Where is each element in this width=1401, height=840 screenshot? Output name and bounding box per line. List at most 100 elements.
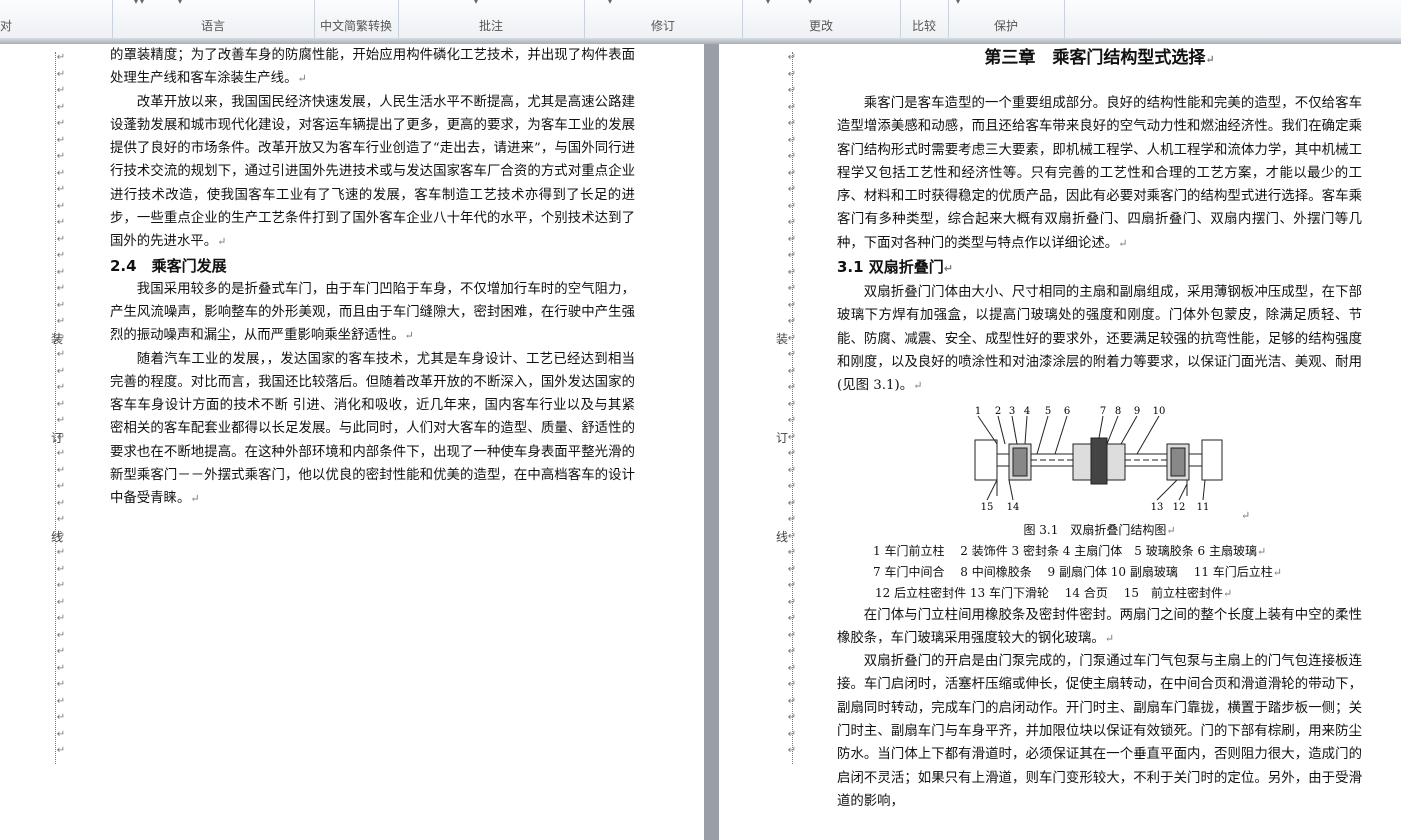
ribbon-group-language[interactable]: ▾ ▾ 语言: [112, 0, 315, 38]
gutter-paragraph-mark-icon: ↵: [787, 118, 797, 129]
gutter-paragraph-mark-icon: ↵: [56, 250, 66, 261]
gutter-paragraph-mark-icon: ↵: [56, 514, 66, 525]
gutter-paragraph-mark-icon: ↵: [56, 233, 66, 245]
ribbon-group-label: 保护: [993, 19, 1018, 33]
gutter-paragraph-mark-icon: ↵: [787, 398, 797, 410]
ribbon-group-label: 语言: [200, 19, 225, 33]
gutter-paragraph-mark-icon: ↵: [56, 151, 66, 162]
gutter-paragraph-mark-icon: ↵: [787, 52, 797, 63]
front-pillar-shape: [974, 439, 998, 481]
gutter-paragraph-mark-icon: ↵: [56, 448, 66, 459]
ribbon-group-label: 更改: [808, 19, 833, 33]
ribbon-group-label: 比较: [911, 19, 936, 33]
gutter-paragraph-mark-icon: ↵: [56, 316, 66, 327]
dropdown-arrow-icon[interactable]: ▾: [134, 0, 138, 6]
gutter-paragraph-mark-icon: ↵: [787, 629, 797, 641]
door-structure-diagram: 1 2 3 4 5 6 7 8 9 10 15 14 13 12 11: [974, 406, 1223, 513]
figure-part-number: 1: [975, 406, 981, 417]
ribbon-group-label: 中文简繁转换: [319, 19, 392, 33]
figure-part-number: 15: [981, 502, 994, 513]
gutter-paragraph-mark-icon: ↵: [56, 52, 66, 63]
paragraph-mark-column: ↵ ↵ ↵ ↵ ↵ ↵ ↵ ↵ ↵ ↵ ↵ ↵ ↵ ↵ ↵ ↵ ↵ ↵ ↵ ↵ ↵ ↵ ↵ ↵ ↵ ↵ ↵ ↵ ↵ ↵ ↵ ↵ ↵ ↵ ↵ ↵ ↵ ↵ ↵ ↵…: [785, 50, 799, 760]
binding-label: 线: [776, 530, 789, 544]
paragraph-mark-icon: ↵: [913, 379, 923, 393]
dropdown-arrow-icon[interactable]: ▾: [766, 0, 770, 6]
gutter-paragraph-mark-icon: ↵: [56, 745, 66, 756]
gutter-paragraph-mark-icon: ↵: [787, 85, 797, 96]
dropdown-arrow-icon[interactable]: ▾: [608, 0, 612, 6]
gutter-paragraph-mark-icon: ↵: [56, 679, 66, 690]
gutter-paragraph-mark-icon: ↵: [56, 415, 66, 426]
ribbon-group-comments[interactable]: ▾ 批注: [398, 0, 585, 38]
ribbon-group-tracking[interactable]: ▾ 修订: [584, 0, 743, 38]
gutter-paragraph-mark-icon: ↵: [787, 547, 797, 558]
figure-part-number: 12: [1173, 502, 1186, 513]
paragraph-mark-icon: ↵: [1118, 236, 1128, 250]
ribbon-group-compare-partial[interactable]: ▾ 对: [0, 0, 144, 38]
document-page-right[interactable]: ↵ ↵ ↵ ↵ ↵ ↵ ↵ ↵ ↵ ↵ ↵ ↵ ↵ ↵ ↵ ↵ ↵ ↵ ↵ ↵ ↵ ↵ ↵ ↵ ↵ ↵ ↵ ↵ ↵ ↵ ↵ ↵ ↵ ↵ ↵ ↵ ↵ ↵ ↵ ↵…: [719, 44, 1401, 840]
ribbon-group-compare[interactable]: 比较: [900, 0, 949, 38]
gutter-paragraph-mark-icon: ↵: [787, 184, 797, 195]
paragraph: 随着汽车工业的发展，，发达国家的客车技术，尤其是车身设计、工艺已经达到相当完善的…: [110, 351, 635, 507]
figure-part-number: 13: [1151, 502, 1164, 513]
figure-legend-line: 12 后立柱密封件 13 车门下滑轮 14 合页 15 前立柱密封件: [875, 585, 1223, 600]
dropdown-arrow-icon[interactable]: ▾: [808, 0, 812, 6]
binding-label: 线: [51, 530, 64, 544]
document-page-left[interactable]: ↵ ↵ ↵ ↵ ↵ ↵ ↵ ↵ ↵ ↵ ↵ ↵ ↵ ↵ ↵ ↵ ↵ ↵ ↵ ↵ ↵ ↵ ↵ ↵ ↵ ↵ ↵ ↵ ↵ ↵ ↵ ↵ ↵ ↵ ↵ ↵ ↵ ↵ ↵ ↵…: [0, 44, 704, 840]
figure-part-number: 4: [1024, 406, 1030, 417]
gutter-paragraph-mark-icon: ↵: [56, 712, 66, 723]
gutter-paragraph-mark-icon: ↵: [56, 365, 66, 377]
gutter-paragraph-mark-icon: ↵: [56, 728, 66, 740]
gutter-paragraph-mark-icon: ↵: [787, 563, 797, 575]
ribbon-group-chinese-conversion[interactable]: 中文简繁转换: [314, 0, 399, 38]
dropdown-arrow-icon[interactable]: ▾: [178, 0, 182, 6]
gutter-paragraph-mark-icon: ↵: [56, 101, 66, 113]
gutter-paragraph-mark-icon: ↵: [787, 365, 797, 377]
paragraph-mark-icon: ↵: [1256, 544, 1267, 558]
gutter-paragraph-mark-icon: ↵: [56, 349, 66, 360]
ribbon-group-label: 对: [0, 19, 13, 33]
gutter-paragraph-mark-icon: ↵: [787, 662, 797, 674]
dropdown-arrow-icon[interactable]: ▾: [956, 0, 960, 6]
figure-part-number: 8: [1115, 406, 1121, 417]
figure-part-number: 3: [1009, 406, 1015, 417]
paragraph: 在门体与门立柱间用橡胶条及密封件密封。两扇门之间的整个长度上装有中空的柔性橡胶条…: [837, 607, 1362, 646]
paragraph-mark-icon: ↵: [943, 262, 954, 276]
gutter-paragraph-mark-icon: ↵: [787, 695, 797, 707]
figure-part-number: 6: [1064, 406, 1070, 417]
gutter-paragraph-mark-icon: ↵: [787, 464, 797, 476]
figure-legend-line: 1 车门前立柱 2 装饰件 3 密封条 4 主扇门体 5 玻璃胶条 6 主扇玻璃: [873, 543, 1257, 558]
paragraph-mark-icon: ↵: [1166, 523, 1176, 537]
figure-part-number: 7: [1100, 406, 1106, 417]
paragraph-mark-icon: ↵: [1272, 565, 1282, 579]
paragraph-mark-column: ↵ ↵ ↵ ↵ ↵ ↵ ↵ ↵ ↵ ↵ ↵ ↵ ↵ ↵ ↵ ↵ ↵ ↵ ↵ ↵ ↵ ↵ ↵ ↵ ↵ ↵ ↵ ↵ ↵ ↵ ↵ ↵ ↵ ↵ ↵ ↵ ↵ ↵ ↵ ↵…: [54, 50, 68, 760]
paragraph: 乘客门是客车造型的一个重要组成部分。良好的结构性能和完美的造型，不仅给客车造型增…: [837, 96, 1362, 251]
document-body-right[interactable]: 第三章 乘客门结构型式选择 ↵ 乘客门是客车造型的一个重要组成部分。良好的结构性能…: [837, 44, 1362, 813]
gutter-paragraph-mark-icon: ↵: [56, 497, 66, 509]
ribbon-group-protect[interactable]: ▾ 保护: [948, 0, 1065, 38]
dropdown-arrow-icon[interactable]: ▾: [474, 0, 478, 6]
gutter-paragraph-mark-icon: ↵: [787, 580, 797, 591]
section-heading: 2.4 乘客门发展: [110, 256, 227, 275]
gutter-paragraph-mark-icon: ↵: [56, 184, 66, 195]
chapter-title: 第三章 乘客门结构型式选择: [984, 48, 1206, 68]
ribbon-group-label: 修订: [650, 19, 675, 33]
paragraph: 我国采用较多的是折叠式车门，由于车门凹陷于车身，不仅增加行车时的空气阻力，产生风…: [110, 281, 635, 344]
gutter-paragraph-mark-icon: ↵: [787, 167, 797, 179]
gutter-paragraph-mark-icon: ↵: [787, 728, 797, 740]
ribbon-group-label: 批注: [478, 19, 503, 33]
gutter-paragraph-mark-icon: ↵: [56, 695, 66, 707]
gutter-paragraph-mark-icon: ↵: [787, 266, 797, 278]
figure-caption: 图 3.1 双扇折叠门结构图: [1023, 522, 1167, 537]
paragraph-mark-icon: ↵: [1222, 586, 1233, 600]
paragraph-mark-icon: ↵: [1241, 508, 1251, 522]
gutter-paragraph-mark-icon: ↵: [787, 514, 797, 525]
document-body-left[interactable]: 的罩装精度；为了改善车身的防腐性能，开始应用构件磷化工艺技术，并出现了构件表面处…: [110, 44, 635, 511]
gutter-paragraph-mark-icon: ↵: [787, 497, 797, 509]
gutter-paragraph-mark-icon: ↵: [787, 217, 797, 228]
gutter-paragraph-mark-icon: ↵: [787, 646, 797, 657]
figure-door-structure: 1 2 3 4 5 6 7 8 9 10 15 14 13 12 11 ↵: [837, 404, 1362, 522]
ribbon-group-changes[interactable]: ▾ ▾ 更改: [742, 0, 901, 38]
gutter-paragraph-mark-icon: ↵: [787, 745, 797, 756]
paragraph-mark-icon: ↵: [1104, 631, 1115, 645]
